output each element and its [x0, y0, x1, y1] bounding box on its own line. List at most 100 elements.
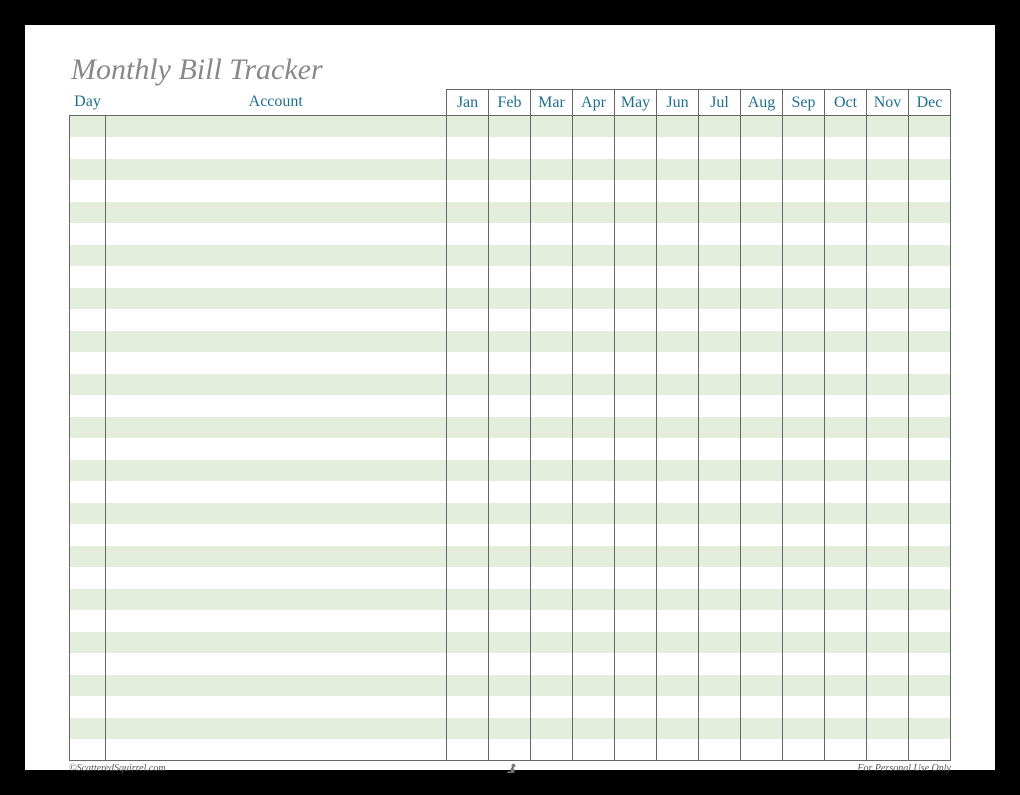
cell-month[interactable]: [489, 718, 531, 740]
cell-month[interactable]: [741, 546, 783, 568]
cell-month[interactable]: [573, 567, 615, 589]
cell-month[interactable]: [783, 352, 825, 374]
cell-month[interactable]: [615, 288, 657, 310]
cell-month[interactable]: [531, 460, 573, 482]
cell-month[interactable]: [531, 116, 573, 138]
cell-month[interactable]: [699, 460, 741, 482]
cell-month[interactable]: [573, 739, 615, 761]
cell-month[interactable]: [615, 137, 657, 159]
cell-month[interactable]: [699, 675, 741, 697]
cell-day[interactable]: [70, 632, 106, 654]
cell-month[interactable]: [909, 331, 951, 353]
cell-account[interactable]: [106, 567, 447, 589]
cell-month[interactable]: [741, 202, 783, 224]
cell-month[interactable]: [531, 352, 573, 374]
cell-month[interactable]: [573, 245, 615, 267]
cell-month[interactable]: [615, 352, 657, 374]
cell-month[interactable]: [573, 589, 615, 611]
cell-month[interactable]: [615, 653, 657, 675]
cell-month[interactable]: [741, 180, 783, 202]
cell-month[interactable]: [573, 374, 615, 396]
cell-month[interactable]: [825, 610, 867, 632]
cell-month[interactable]: [531, 589, 573, 611]
cell-month[interactable]: [741, 524, 783, 546]
cell-month[interactable]: [783, 202, 825, 224]
cell-month[interactable]: [699, 331, 741, 353]
cell-month[interactable]: [699, 567, 741, 589]
cell-month[interactable]: [699, 718, 741, 740]
cell-month[interactable]: [699, 417, 741, 439]
cell-month[interactable]: [825, 696, 867, 718]
cell-day[interactable]: [70, 503, 106, 525]
cell-month[interactable]: [615, 266, 657, 288]
cell-month[interactable]: [573, 223, 615, 245]
cell-month[interactable]: [783, 159, 825, 181]
cell-month[interactable]: [699, 245, 741, 267]
cell-month[interactable]: [909, 653, 951, 675]
cell-month[interactable]: [783, 481, 825, 503]
cell-month[interactable]: [783, 223, 825, 245]
cell-month[interactable]: [657, 245, 699, 267]
cell-month[interactable]: [825, 331, 867, 353]
cell-month[interactable]: [489, 696, 531, 718]
cell-month[interactable]: [909, 352, 951, 374]
cell-month[interactable]: [699, 352, 741, 374]
cell-month[interactable]: [447, 116, 489, 138]
cell-month[interactable]: [489, 567, 531, 589]
cell-month[interactable]: [783, 632, 825, 654]
cell-month[interactable]: [573, 718, 615, 740]
cell-month[interactable]: [657, 288, 699, 310]
cell-day[interactable]: [70, 546, 106, 568]
cell-month[interactable]: [489, 202, 531, 224]
cell-month[interactable]: [699, 503, 741, 525]
cell-month[interactable]: [447, 288, 489, 310]
cell-account[interactable]: [106, 417, 447, 439]
cell-month[interactable]: [825, 202, 867, 224]
cell-month[interactable]: [615, 675, 657, 697]
cell-month[interactable]: [741, 245, 783, 267]
cell-month[interactable]: [867, 180, 909, 202]
cell-month[interactable]: [741, 288, 783, 310]
cell-month[interactable]: [699, 180, 741, 202]
cell-month[interactable]: [867, 503, 909, 525]
cell-month[interactable]: [783, 417, 825, 439]
cell-month[interactable]: [489, 524, 531, 546]
cell-account[interactable]: [106, 653, 447, 675]
cell-day[interactable]: [70, 417, 106, 439]
cell-month[interactable]: [615, 739, 657, 761]
cell-month[interactable]: [867, 331, 909, 353]
cell-month[interactable]: [867, 610, 909, 632]
cell-month[interactable]: [867, 481, 909, 503]
cell-month[interactable]: [741, 696, 783, 718]
cell-month[interactable]: [825, 223, 867, 245]
cell-month[interactable]: [531, 438, 573, 460]
cell-month[interactable]: [489, 374, 531, 396]
cell-month[interactable]: [657, 524, 699, 546]
cell-month[interactable]: [825, 481, 867, 503]
cell-month[interactable]: [825, 524, 867, 546]
cell-account[interactable]: [106, 266, 447, 288]
cell-month[interactable]: [741, 503, 783, 525]
cell-month[interactable]: [867, 374, 909, 396]
cell-month[interactable]: [909, 137, 951, 159]
cell-month[interactable]: [699, 653, 741, 675]
cell-month[interactable]: [699, 223, 741, 245]
cell-month[interactable]: [741, 266, 783, 288]
cell-month[interactable]: [657, 266, 699, 288]
cell-month[interactable]: [489, 739, 531, 761]
cell-day[interactable]: [70, 159, 106, 181]
cell-month[interactable]: [741, 460, 783, 482]
cell-month[interactable]: [783, 266, 825, 288]
cell-account[interactable]: [106, 589, 447, 611]
cell-month[interactable]: [573, 675, 615, 697]
cell-month[interactable]: [909, 374, 951, 396]
cell-month[interactable]: [909, 632, 951, 654]
cell-day[interactable]: [70, 524, 106, 546]
cell-month[interactable]: [489, 159, 531, 181]
cell-month[interactable]: [573, 481, 615, 503]
cell-month[interactable]: [531, 524, 573, 546]
cell-month[interactable]: [615, 460, 657, 482]
cell-month[interactable]: [573, 438, 615, 460]
cell-month[interactable]: [573, 460, 615, 482]
cell-month[interactable]: [531, 739, 573, 761]
